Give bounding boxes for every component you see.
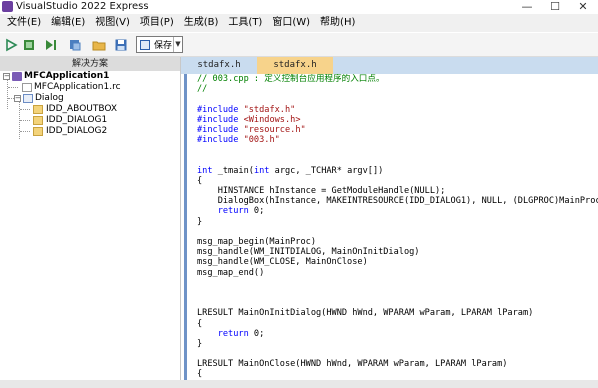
code-line[interactable]: // 003.cpp : 定义控制台应用程序的入口点。 xyxy=(197,74,598,84)
solution-explorer-header: 解决方案 xyxy=(0,57,180,71)
code-line[interactable]: #include "003.h" xyxy=(197,135,598,145)
code-line[interactable]: LRESULT MainOnInitDialog(HWND hWnd, WPAR… xyxy=(197,308,598,318)
code-line[interactable] xyxy=(197,278,598,288)
tree-item-rc-file[interactable]: MFCApplication1.rc xyxy=(0,82,180,93)
run-icon[interactable] xyxy=(4,38,18,52)
window-title: VisualStudio 2022 Express xyxy=(16,1,149,12)
code-line[interactable]: } xyxy=(197,339,598,349)
tree-item-dialog[interactable]: IDD_DIALOG2 xyxy=(0,126,180,137)
tree-item-dialog-name: IDD_DIALOG1 xyxy=(46,115,108,125)
tab-stdafx-h[interactable]: stdafx.h xyxy=(181,57,257,74)
editor-tabstrip: stdafx.h stdafx.h xyxy=(181,57,598,74)
code-line[interactable] xyxy=(197,227,598,237)
code-line[interactable]: return 0; xyxy=(197,329,598,339)
build-icon[interactable] xyxy=(22,38,36,52)
tree-item-dialog-label: Dialog xyxy=(35,93,64,103)
tree-item-project-label: MFCApplication1 xyxy=(24,71,110,81)
code-editor: stdafx.h stdafx.h // 003.cpp : 定义控制台应用程序… xyxy=(181,57,598,388)
title-bar: VisualStudio 2022 Express — ☐ ✕ xyxy=(0,0,598,14)
menu-tools[interactable]: 工具(T) xyxy=(223,14,267,32)
minimize-button[interactable]: — xyxy=(514,0,540,14)
collapse-icon[interactable]: − xyxy=(14,95,21,102)
code-line[interactable] xyxy=(197,288,598,298)
code-line[interactable]: } xyxy=(197,217,598,227)
code-line[interactable] xyxy=(197,156,598,166)
menu-view[interactable]: 视图(V) xyxy=(90,14,135,32)
app-icon xyxy=(2,1,13,12)
step-icon[interactable] xyxy=(44,38,58,52)
editor-margin xyxy=(181,74,187,388)
chevron-down-icon[interactable]: ▼ xyxy=(173,37,182,52)
dialog-resource-icon xyxy=(33,105,43,114)
save-icon[interactable] xyxy=(114,38,128,52)
code-line[interactable] xyxy=(197,94,598,104)
code-line[interactable]: return 0; xyxy=(197,206,598,216)
horizontal-scrollbar[interactable] xyxy=(0,380,598,388)
dialog-resource-icon xyxy=(33,116,43,125)
code-line[interactable]: { xyxy=(197,176,598,186)
code-line[interactable]: #include <Windows.h> xyxy=(197,115,598,125)
code-line[interactable]: DialogBox(hInstance, MAKEINTRESOURCE(IDD… xyxy=(197,196,598,206)
tree-item-dialog[interactable]: IDD_DIALOG1 xyxy=(0,115,180,126)
tree-item-rc-label: MFCApplication1.rc xyxy=(34,82,121,92)
save-combo[interactable]: 保存 ▼ xyxy=(136,36,183,53)
tree-item-dialog[interactable]: IDD_ABOUTBOX xyxy=(0,104,180,115)
code-line[interactable]: { xyxy=(197,369,598,379)
folder-icon xyxy=(23,94,33,103)
code-line[interactable]: msg_map_begin(MainProc) xyxy=(197,237,598,247)
code-line[interactable]: HINSTANCE hInstance = GetModuleHandle(NU… xyxy=(197,186,598,196)
save-combo-icon xyxy=(140,39,150,50)
code-line[interactable]: #include "stdafx.h" xyxy=(197,105,598,115)
menu-build[interactable]: 生成(B) xyxy=(179,14,224,32)
resource-file-icon xyxy=(22,83,32,92)
menu-file[interactable]: 文件(E) xyxy=(2,14,46,32)
maximize-button[interactable]: ☐ xyxy=(542,0,568,14)
code-line[interactable] xyxy=(197,298,598,308)
tree-item-dialog-folder[interactable]: − Dialog xyxy=(0,93,180,104)
save-combo-label: 保存 xyxy=(154,41,173,51)
tree-item-project[interactable]: − MFCApplication1 xyxy=(0,71,180,82)
code-line[interactable]: msg_handle(WM_INITDIALOG, MainOnInitDial… xyxy=(197,247,598,257)
collapse-icon[interactable]: − xyxy=(3,73,10,80)
close-button[interactable]: ✕ xyxy=(570,0,596,14)
menu-help[interactable]: 帮助(H) xyxy=(315,14,360,32)
menu-project[interactable]: 项目(P) xyxy=(135,14,179,32)
tree-item-dialog-name: IDD_ABOUTBOX xyxy=(46,104,118,114)
menu-edit[interactable]: 编辑(E) xyxy=(46,14,90,32)
code-line[interactable]: msg_map_end() xyxy=(197,268,598,278)
toolbar: 保存 ▼ xyxy=(0,33,598,57)
code-line[interactable] xyxy=(197,349,598,359)
code-line[interactable]: int _tmain(int argc, _TCHAR* argv[]) xyxy=(197,166,598,176)
rebuild-icon[interactable] xyxy=(68,38,82,52)
project-icon xyxy=(12,72,22,81)
code-line[interactable]: { xyxy=(197,319,598,329)
dialog-resource-icon xyxy=(33,127,43,136)
code-line[interactable]: LRESULT MainOnClose(HWND hWnd, WPARAM wP… xyxy=(197,359,598,369)
solution-tree: − MFCApplication1 MFCApplication1.rc − D… xyxy=(0,71,180,139)
code-line[interactable]: #include "resource.h" xyxy=(197,125,598,135)
open-folder-icon[interactable] xyxy=(92,38,106,52)
tree-item-dialog-name: IDD_DIALOG2 xyxy=(46,126,108,136)
code-line[interactable] xyxy=(197,145,598,155)
menu-window[interactable]: 窗口(W) xyxy=(267,14,315,32)
tab-stdafx-h-active[interactable]: stdafx.h xyxy=(257,57,333,74)
menu-bar: 文件(E) 编辑(E) 视图(V) 项目(P) 生成(B) 工具(T) 窗口(W… xyxy=(0,14,598,32)
code-line[interactable]: // xyxy=(197,84,598,94)
code-area[interactable]: // 003.cpp : 定义控制台应用程序的入口点。// #include "s… xyxy=(197,74,598,388)
solution-explorer: 解决方案 − MFCApplication1 MFCApplication1.r… xyxy=(0,57,181,388)
code-line[interactable]: msg_handle(WM_CLOSE, MainOnClose) xyxy=(197,257,598,267)
